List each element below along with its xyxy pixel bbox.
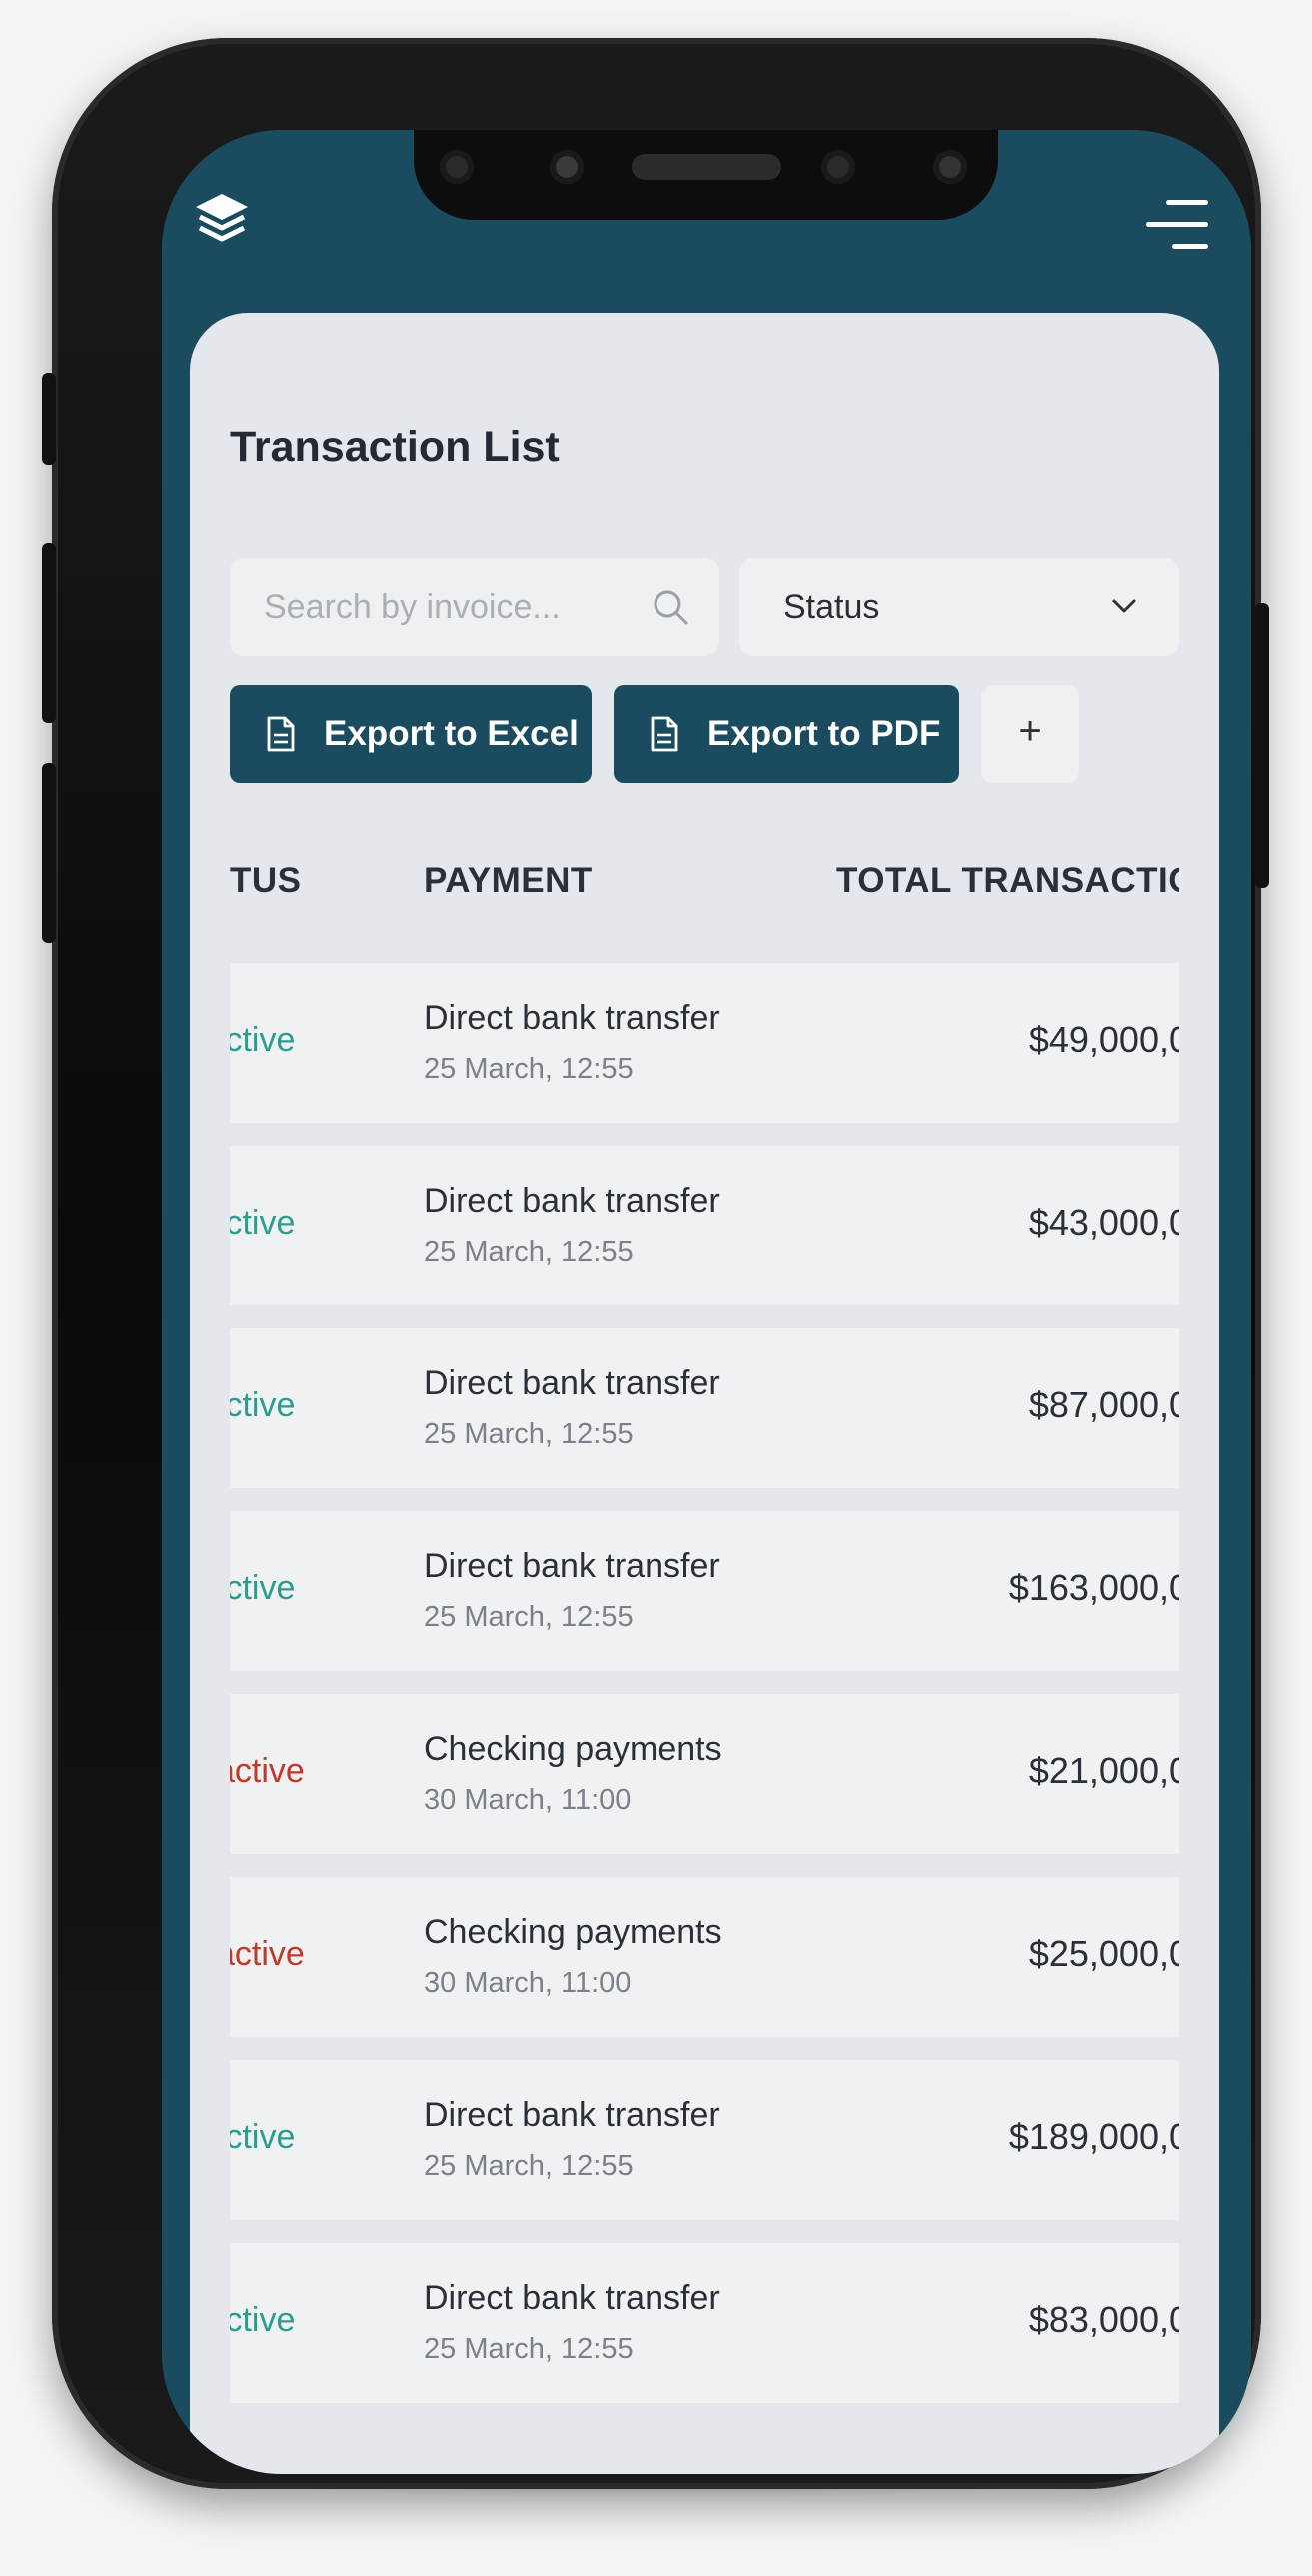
add-button[interactable]: + (981, 685, 1079, 783)
export-excel-label: Export to Excel (324, 714, 579, 753)
export-pdf-label: Export to PDF (707, 714, 941, 753)
speaker-grille (632, 154, 781, 180)
status-text: .ctive (230, 1386, 296, 1424)
search-field[interactable] (230, 558, 719, 656)
column-header-status: TUS (230, 861, 302, 900)
payment-date: 25 March, 12:55 (424, 1601, 634, 1633)
status-text: .ctive (230, 1021, 296, 1059)
file-icon (267, 716, 295, 752)
table-row[interactable]: .ctive Direct bank transfer 25 March, 12:5… (230, 1328, 1179, 1488)
transaction-amount: $21,000,0( (1028, 1750, 1179, 1791)
status-dropdown[interactable]: Status (739, 558, 1179, 656)
payment-date: 25 March, 12:55 (424, 1053, 634, 1085)
screen: Transaction List Status (162, 130, 1251, 2474)
sensor-dot (933, 150, 967, 184)
payment-date: 25 March, 12:55 (424, 1236, 634, 1268)
export-pdf-button[interactable]: Export to PDF (614, 685, 959, 783)
volume-up-button (42, 543, 56, 723)
status-text: .ctive (230, 2301, 296, 2339)
payment-method: Direct bank transfer (424, 1182, 720, 1220)
table-row[interactable]: .ctive Direct bank transfer 25 March, 12:5… (230, 963, 1179, 1123)
search-input[interactable] (230, 558, 719, 656)
export-excel-button[interactable]: Export to Excel (230, 685, 592, 783)
power-button (1255, 603, 1269, 888)
payment-date: 25 March, 12:55 (424, 2333, 634, 2365)
payment-method: Direct bank transfer (424, 1364, 720, 1402)
payment-method: Direct bank transfer (424, 999, 720, 1037)
payment-method: Direct bank transfer (424, 1547, 720, 1585)
transaction-amount: $25,000,0( (1028, 1933, 1179, 1974)
table-row[interactable]: active Checking payments 30 March, 11:00 $2… (230, 1694, 1179, 1854)
table-row[interactable]: .ctive Direct bank transfer 25 March, 12:5… (230, 2243, 1179, 2403)
column-header-total: TOTAL TRANSACTIOI (836, 861, 1179, 900)
mute-switch (42, 373, 56, 465)
phone-frame: Transaction List Status (42, 38, 1269, 2489)
table-header: TUS PAYMENT TOTAL TRANSACTIOI (230, 813, 1179, 933)
camera-notch (414, 130, 998, 220)
menu-icon[interactable] (1146, 198, 1208, 250)
search-icon[interactable] (652, 588, 689, 626)
transaction-amount: $163,000,0( (1008, 1567, 1179, 1608)
status-dropdown-label: Status (783, 588, 880, 626)
payment-method: Checking payments (424, 1913, 722, 1951)
table-row[interactable]: .ctive Direct bank transfer 25 March, 12:5… (230, 1511, 1179, 1671)
transaction-amount: $49,000,0( (1028, 1019, 1179, 1060)
payment-date: 25 March, 12:55 (424, 2150, 634, 2182)
main-card: Transaction List Status (190, 313, 1219, 2474)
transaction-amount: $83,000,0( (1028, 2299, 1179, 2340)
table-row[interactable]: .ctive Direct bank transfer 25 March, 12:5… (230, 1146, 1179, 1305)
status-text: .ctive (230, 1569, 296, 1607)
chevron-down-icon (1112, 599, 1136, 613)
transaction-amount: $189,000,0( (1008, 2116, 1179, 2157)
layers-icon[interactable] (192, 190, 252, 250)
status-text: .ctive (230, 2118, 296, 2156)
status-text: .ctive (230, 1204, 296, 1242)
payment-date: 30 March, 11:00 (424, 1967, 632, 1999)
column-header-payment: PAYMENT (424, 861, 593, 900)
payment-method: Checking payments (424, 1730, 722, 1768)
table-row[interactable]: active Checking payments 30 March, 11:00 $2… (230, 1877, 1179, 2037)
transaction-amount: $43,000,0( (1028, 1202, 1179, 1243)
payment-method: Direct bank transfer (424, 2096, 720, 2134)
status-text: active (230, 1935, 305, 1973)
page-title: Transaction List (230, 423, 560, 471)
camera-dot (440, 150, 474, 184)
table-row[interactable]: .ctive Direct bank transfer 25 March, 12:5… (230, 2060, 1179, 2220)
transaction-table[interactable]: TUS PAYMENT TOTAL TRANSACTIOI .ctive Dire… (230, 813, 1179, 2474)
file-icon (651, 716, 678, 752)
plus-icon: + (1018, 709, 1042, 753)
payment-date: 30 March, 11:00 (424, 1784, 632, 1816)
device-mockup: Transaction List Status (0, 0, 1312, 2576)
camera-dot (821, 150, 855, 184)
payment-method: Direct bank transfer (424, 2279, 720, 2317)
transaction-amount: $87,000,0( (1028, 1384, 1179, 1425)
sensor-dot (550, 150, 584, 184)
payment-date: 25 March, 12:55 (424, 1418, 634, 1450)
volume-down-button (42, 763, 56, 943)
status-text: active (230, 1752, 305, 1790)
